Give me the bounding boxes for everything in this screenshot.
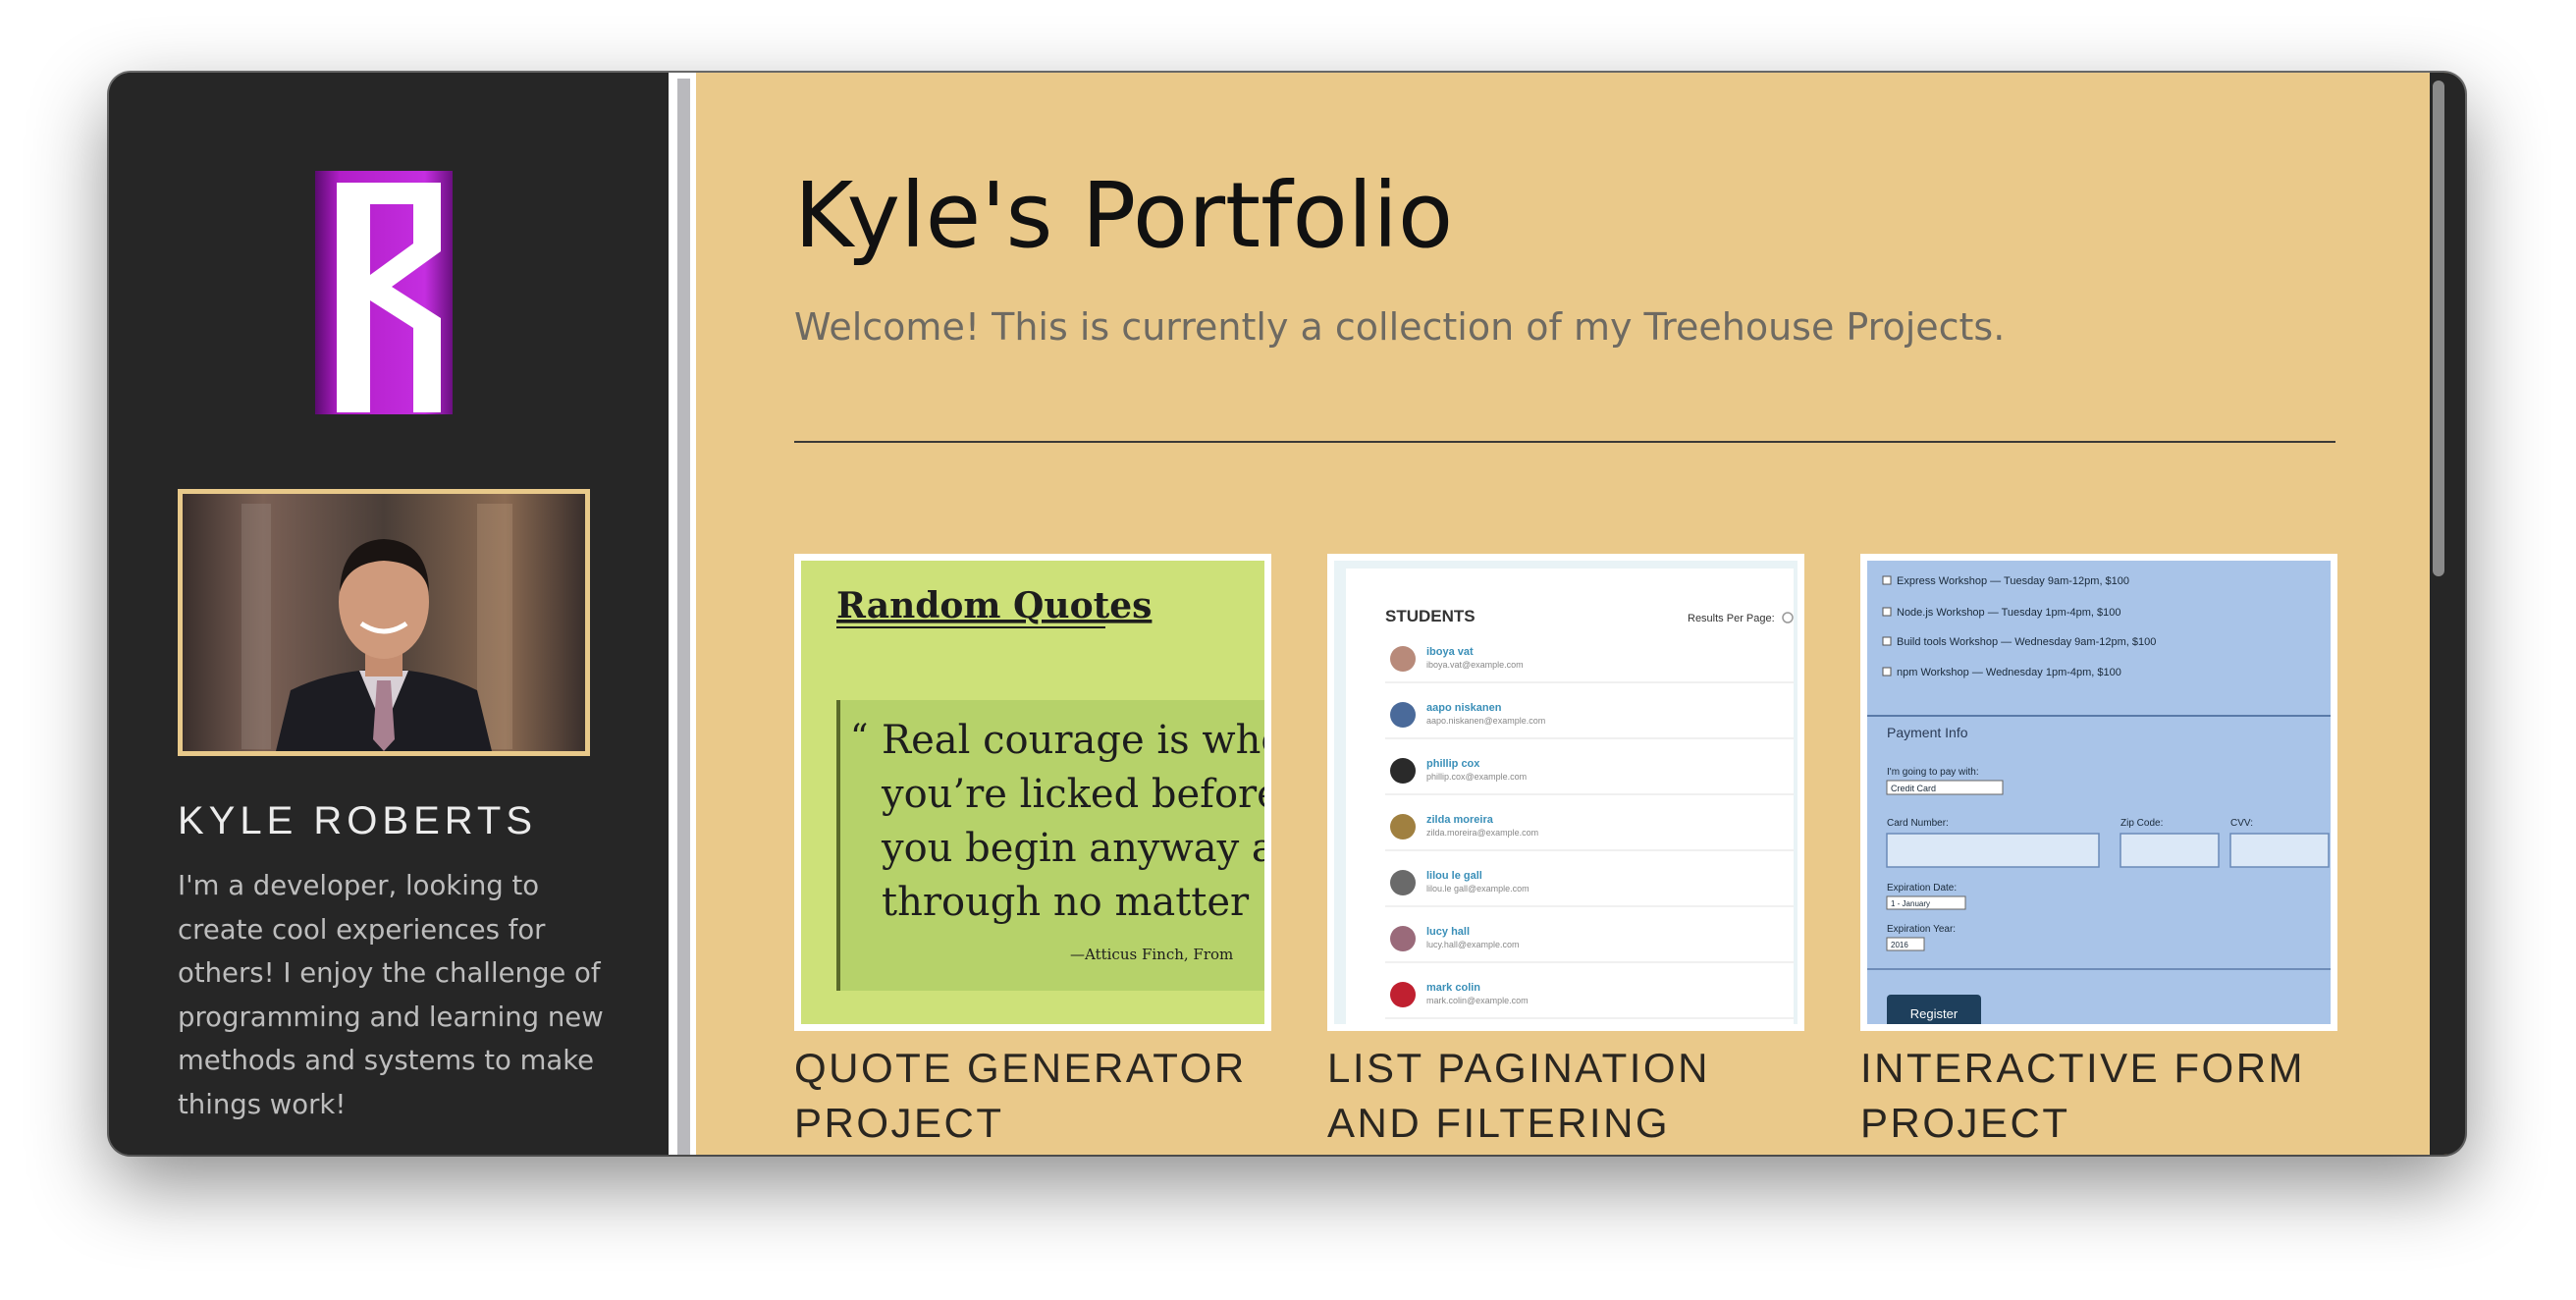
student-name: aapo niskanen (1426, 702, 1502, 714)
student-email: iboya.vat@example.com (1426, 660, 1524, 670)
student-email: lilou.le gall@example.com (1426, 884, 1530, 894)
project-thumbnail[interactable]: STUDENTS Results Per Page: iboya vat iboy… (1327, 554, 1804, 1031)
project-card-interactive-form[interactable]: Express Workshop — Tuesday 9am-12pm, $10… (1860, 554, 2337, 1151)
page-subtitle: Welcome! This is currently a collection … (794, 305, 2006, 349)
project-title[interactable]: LIST PAGINATION AND FILTERING PROJECT (1327, 1041, 1804, 1155)
card-number-label: Card Number: (1887, 818, 1949, 829)
student-name: lilou le gall (1426, 870, 1482, 882)
student-avatar-icon (1390, 758, 1416, 784)
profile-photo-avatar (178, 489, 590, 756)
student-email: lucy.hall@example.com (1426, 940, 1520, 949)
quote-line: you begin anyway a (881, 826, 1264, 871)
quote-line: through no matter (882, 880, 1250, 925)
zip-code-label: Zip Code: (2120, 818, 2163, 829)
project-card-quote-generator[interactable]: Random Quotes “ Real courage is whe you’… (794, 554, 1271, 1151)
expiration-year-select: 2016 (1891, 941, 1908, 949)
workshop-option: Express Workshop — Tuesday 9am-12pm, $10… (1897, 575, 2129, 587)
project-title[interactable]: QUOTE GENERATOR PROJECT (794, 1041, 1271, 1151)
quote-line: Real courage is whe (882, 718, 1264, 763)
student-avatar-icon (1390, 702, 1416, 728)
quote-line: you’re licked before (881, 772, 1264, 817)
student-name: iboya vat (1426, 646, 1474, 658)
main-scrollbar[interactable] (2430, 73, 2447, 1155)
project-thumbnail[interactable]: Random Quotes “ Real courage is whe you’… (794, 554, 1271, 1031)
horizontal-rule (794, 441, 2335, 443)
workshop-option: Build tools Workshop — Wednesday 9am-12p… (1897, 636, 2156, 648)
project-title[interactable]: INTERACTIVE FORM PROJECT (1860, 1041, 2337, 1151)
project-card-list-pagination[interactable]: STUDENTS Results Per Page: iboya vat iboy… (1327, 554, 1804, 1155)
scrollbar-thumb[interactable] (2433, 81, 2444, 576)
student-avatar-icon (1390, 870, 1416, 895)
workshop-option: npm Workshop — Wednesday 1pm-4pm, $100 (1897, 667, 2121, 678)
student-email: zilda.moreira@example.com (1426, 828, 1538, 838)
pay-with-select: Credit Card (1891, 784, 1936, 793)
profile-name: KYLE ROBERTS (178, 799, 538, 842)
student-avatar-icon (1390, 926, 1416, 951)
students-heading: STUDENTS (1385, 607, 1476, 625)
student-avatar-icon (1390, 646, 1416, 672)
cvv-label: CVV: (2230, 818, 2253, 829)
register-button: Register (1910, 1006, 1959, 1021)
student-email: phillip.cox@example.com (1426, 772, 1527, 782)
profile-bio: I'm a developer, looking to create cool … (178, 870, 604, 1120)
student-name: phillip cox (1426, 758, 1480, 770)
pay-with-label: I'm going to pay with: (1887, 767, 1979, 778)
student-avatar-icon (1390, 982, 1416, 1007)
quote-attribution: —Atticus Finch, From (1070, 946, 1233, 963)
sidebar-scrollbar-track[interactable] (677, 79, 690, 1155)
workshop-option: Node.js Workshop — Tuesday 1pm-4pm, $100 (1897, 607, 2120, 619)
sidebar-divider (669, 73, 696, 1155)
thumb-heading: Random Quotes (836, 585, 1152, 626)
payment-info-heading: Payment Info (1887, 725, 1968, 740)
results-per-page-label: Results Per Page: (1688, 613, 1775, 624)
project-thumbnail[interactable]: Express Workshop — Tuesday 9am-12pm, $10… (1860, 554, 2337, 1031)
student-name: zilda moreira (1426, 814, 1494, 826)
expiration-year-label: Expiration Year: (1887, 924, 1956, 935)
page-title: Kyle's Portfolio (794, 163, 1454, 268)
browser-window: KYLE ROBERTS I'm a developer, looking to… (109, 73, 2465, 1155)
svg-text:“: “ (850, 718, 868, 758)
sidebar: KYLE ROBERTS I'm a developer, looking to… (109, 73, 669, 1155)
expiration-date-label: Expiration Date: (1887, 883, 1957, 894)
student-email: mark.colin@example.com (1426, 996, 1529, 1005)
student-email: aapo.niskanen@example.com (1426, 716, 1545, 726)
student-avatar-icon (1390, 814, 1416, 840)
student-name: lucy hall (1426, 926, 1470, 938)
expiration-date-select: 1 - January (1891, 899, 1930, 908)
main-content: Kyle's Portfolio Welcome! This is curren… (696, 73, 2447, 1155)
kr-monogram-logo-icon[interactable] (315, 171, 453, 414)
student-name: mark colin (1426, 982, 1480, 994)
